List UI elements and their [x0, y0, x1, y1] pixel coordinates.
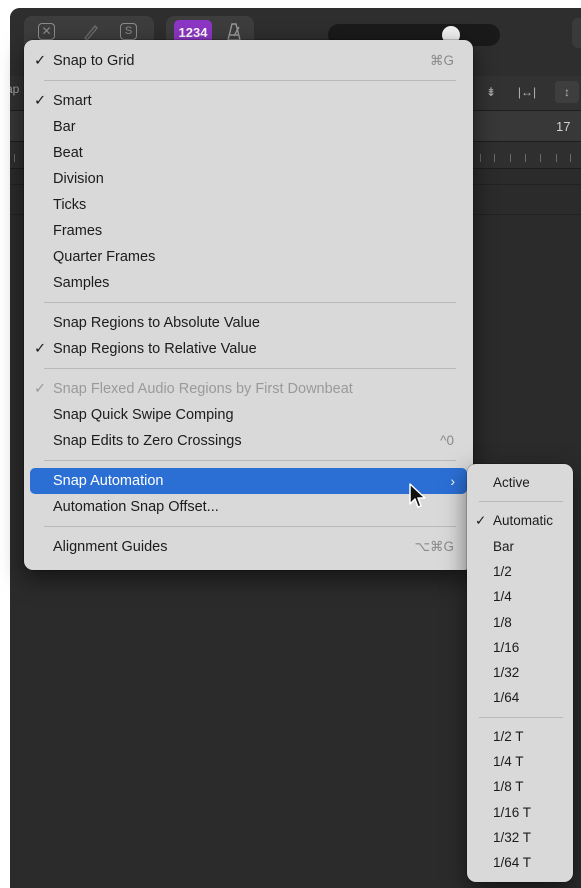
menu-separator — [44, 526, 456, 527]
fit-width-icon[interactable]: |↔| — [514, 81, 540, 103]
menu-item-snap-regions-to-absolute-value[interactable]: Snap Regions to Absolute Value — [30, 310, 467, 336]
menu-item-smart[interactable]: ✓ Smart — [30, 88, 467, 114]
menu-separator — [44, 460, 456, 461]
vertical-zoom-icon[interactable]: ⇟ — [478, 81, 504, 103]
menu-separator — [479, 501, 563, 503]
menu-item-label: Samples — [53, 275, 110, 291]
checkmark-icon: ✓ — [34, 341, 47, 357]
menu-item-beat[interactable]: Beat — [30, 140, 467, 166]
menu-item-label: Snap Automation — [53, 473, 164, 489]
menu-item-label: Snap Flexed Audio Regions by First Downb… — [53, 381, 353, 397]
menu-item-snap-automation[interactable]: Snap Automation › — [30, 468, 467, 494]
menu-item-label: Snap to Grid — [53, 53, 135, 69]
submenu-item-label: 1/2 T — [493, 728, 524, 744]
keyboard-shortcut: ^0 — [440, 433, 454, 448]
checkmark-icon: ✓ — [34, 53, 47, 69]
menu-item-snap-to-grid[interactable]: ✓ Snap to Grid ⌘G — [30, 48, 467, 74]
menu-separator — [44, 302, 456, 303]
submenu-item-label: 1/32 T — [493, 829, 532, 845]
submenu-item-1-4[interactable]: 1/4 — [471, 584, 569, 609]
keyboard-shortcut: ⌘G — [429, 53, 454, 68]
submenu-item-label: 1/16 — [493, 639, 520, 655]
submenu-item-1-8[interactable]: 1/8 — [471, 610, 569, 635]
submenu-item-automatic[interactable]: ✓ Automatic — [471, 508, 569, 533]
submenu-arrow-icon: › — [450, 473, 455, 489]
menu-item-samples[interactable]: Samples — [30, 270, 467, 296]
submenu-item-1-64[interactable]: 1/64 — [471, 685, 569, 710]
menu-item-frames[interactable]: Frames — [30, 218, 467, 244]
menu-item-label: Snap Edits to Zero Crossings — [53, 433, 242, 449]
menu-item-label: Division — [53, 171, 104, 187]
checkmark-icon: ✓ — [475, 513, 487, 529]
close-box-icon[interactable]: ✕ — [38, 23, 55, 40]
keyboard-shortcut: ⌥⌘G — [414, 539, 454, 554]
submenu-item-label: 1/16 T — [493, 804, 532, 820]
menu-item-label: Beat — [53, 145, 83, 161]
menu-item-label: Snap Quick Swipe Comping — [53, 407, 234, 423]
menu-item-label: Frames — [53, 223, 103, 239]
menu-item-snap-quick-swipe-comping[interactable]: Snap Quick Swipe Comping — [30, 402, 467, 428]
submenu-item-label: 1/4 — [493, 589, 512, 605]
submenu-item-label: 1/32 — [493, 665, 520, 681]
submenu-item-label: 1/64 T — [493, 855, 532, 871]
menu-item-label: Snap Regions to Absolute Value — [53, 315, 260, 331]
snap-label: ap — [10, 82, 20, 96]
submenu-item-1-2-t[interactable]: 1/2 T — [471, 724, 569, 749]
menu-item-automation-snap-offset[interactable]: Automation Snap Offset... — [30, 494, 467, 520]
submenu-item-1-2[interactable]: 1/2 — [471, 559, 569, 584]
mouse-pointer-icon — [409, 483, 426, 508]
checkmark-icon: ✓ — [34, 93, 47, 109]
menu-item-division[interactable]: Division — [30, 166, 467, 192]
submenu-item-label: 1/4 T — [493, 754, 524, 769]
checkmark-icon: ✓ — [34, 381, 47, 397]
submenu-item-1-4-t[interactable]: 1/4 T — [471, 749, 569, 774]
submenu-item-1-32[interactable]: 1/32 — [471, 660, 569, 685]
menu-item-label: Smart — [53, 93, 92, 109]
menu-separator — [44, 368, 456, 369]
submenu-item-label: 1/8 — [493, 614, 512, 630]
submenu-item-label: Bar — [493, 538, 515, 554]
menu-item-quarter-frames[interactable]: Quarter Frames — [30, 244, 467, 270]
pencil-icon[interactable] — [82, 23, 100, 41]
submenu-item-1-8-t[interactable]: 1/8 T — [471, 774, 569, 799]
menu-item-snap-regions-to-relative-value[interactable]: ✓ Snap Regions to Relative Value — [30, 336, 467, 362]
menu-item-alignment-guides[interactable]: Alignment Guides ⌥⌘G — [30, 534, 467, 560]
vertical-resize-icon[interactable]: ↕ — [555, 81, 579, 103]
menu-separator — [44, 80, 456, 81]
menu-item-snap-edits-to-zero-crossings[interactable]: Snap Edits to Zero Crossings ^0 — [30, 428, 467, 454]
toolbar-button[interactable] — [572, 18, 581, 48]
menu-item-snap-flexed-audio-regions-by-first-downbeat: ✓ Snap Flexed Audio Regions by First Down… — [30, 376, 467, 402]
menu-item-label: Quarter Frames — [53, 249, 156, 265]
submenu-item-label: 1/64 — [493, 690, 520, 706]
submenu-item-active[interactable]: Active — [471, 470, 569, 495]
submenu-item-label: 1/2 — [493, 563, 512, 579]
submenu-item-1-32-t[interactable]: 1/32 T — [471, 825, 569, 850]
submenu-item-label: 1/8 T — [493, 779, 524, 795]
bar-number: 17 — [556, 119, 571, 134]
submenu-item-1-16[interactable]: 1/16 — [471, 635, 569, 660]
menu-item-label: Snap Regions to Relative Value — [53, 341, 257, 357]
menu-item-label: Ticks — [53, 197, 87, 213]
menu-separator — [479, 716, 563, 718]
snap-automation-submenu: Active ✓ Automatic Bar 1/2 1/4 1/8 1/16 1/32 1/64… — [467, 464, 573, 882]
submenu-item-1-64-t[interactable]: 1/64 T — [471, 850, 569, 875]
submenu-item-bar[interactable]: Bar — [471, 534, 569, 559]
submenu-item-label: Automatic — [493, 513, 554, 529]
menu-item-ticks[interactable]: Ticks — [30, 192, 467, 218]
menu-item-bar[interactable]: Bar — [30, 114, 467, 140]
submenu-item-label: Active — [493, 475, 530, 490]
menu-item-label: Bar — [53, 119, 76, 135]
menu-item-label: Alignment Guides — [53, 539, 168, 555]
menu-item-label: Automation Snap Offset... — [53, 499, 219, 515]
solo-icon[interactable]: S — [120, 23, 137, 40]
submenu-item-1-16-t[interactable]: 1/16 T — [471, 800, 569, 825]
snap-menu: ✓ Snap to Grid ⌘G ✓ Smart Bar Beat Division Tick… — [24, 40, 473, 570]
